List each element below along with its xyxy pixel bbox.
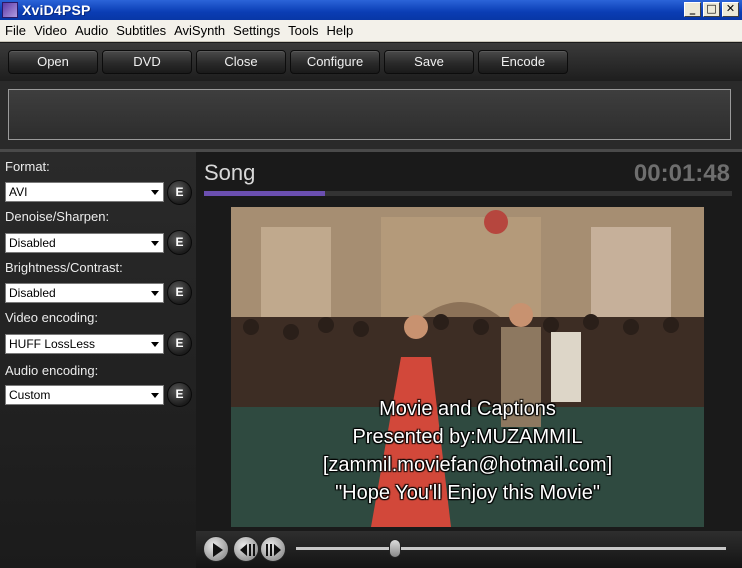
audio-encoding-value: Custom (9, 388, 51, 402)
dvd-button[interactable]: DVD (102, 50, 192, 74)
denoise-label: Denoise/Sharpen: (5, 209, 110, 224)
menu-file[interactable]: File (1, 20, 30, 42)
preview-area: Song 00:01:48 Movie and Captions Present… (196, 152, 742, 531)
configure-button[interactable]: Configure (290, 50, 380, 74)
save-button[interactable]: Save (384, 50, 474, 74)
caption-line: Movie and Captions (379, 398, 556, 420)
menu-tools[interactable]: Tools (284, 20, 322, 42)
frame-forward-button[interactable] (260, 536, 286, 562)
audio-encoding-select[interactable]: Custom (5, 385, 164, 405)
brightness-edit-button[interactable]: E (167, 280, 192, 305)
chevron-down-icon (151, 393, 159, 398)
video-frame[interactable]: Movie and Captions Presented by:MUZAMMIL… (231, 207, 704, 527)
toolbar: Open DVD Close Configure Save Encode (0, 43, 742, 81)
video-encoding-edit-button[interactable]: E (167, 331, 192, 356)
menu-bar: File Video Audio Subtitles AviSynth Sett… (0, 20, 742, 42)
menu-settings[interactable]: Settings (229, 20, 284, 42)
brightness-select[interactable]: Disabled (5, 283, 164, 303)
menu-avisynth[interactable]: AviSynth (170, 20, 229, 42)
video-encoding-value: HUFF LossLess (9, 337, 96, 351)
frame-forward-icon (266, 544, 281, 556)
format-label: Format: (5, 159, 50, 174)
chevron-down-icon (151, 241, 159, 246)
play-button[interactable] (203, 536, 229, 562)
denoise-value: Disabled (9, 236, 56, 250)
menu-help[interactable]: Help (323, 20, 358, 42)
brightness-label: Brightness/Contrast: (5, 260, 123, 275)
chevron-down-icon (151, 291, 159, 296)
menu-audio[interactable]: Audio (71, 20, 112, 42)
encode-button[interactable]: Encode (478, 50, 568, 74)
seek-track[interactable] (296, 547, 726, 550)
menu-subtitles[interactable]: Subtitles (112, 20, 170, 42)
chevron-down-icon (151, 190, 159, 195)
close-window-button[interactable]: ✕ (722, 2, 739, 17)
settings-panel: Format: AVI E Denoise/Sharpen: Disabled … (0, 152, 196, 568)
seek-handle[interactable] (388, 539, 401, 558)
frame-back-button[interactable] (233, 536, 259, 562)
video-encoding-select[interactable]: HUFF LossLess (5, 334, 164, 354)
progress-bar (204, 191, 732, 196)
minimize-button[interactable]: _ (684, 2, 701, 17)
denoise-select[interactable]: Disabled (5, 233, 164, 253)
subtitle-captions: Movie and Captions Presented by:MUZAMMIL… (231, 395, 704, 507)
info-text-box (8, 89, 731, 140)
menu-video[interactable]: Video (30, 20, 71, 42)
maximize-button[interactable]: □ (703, 2, 720, 17)
info-panel (0, 81, 742, 149)
transport-bar (196, 531, 742, 568)
title-bar: XviD4PSP _ □ ✕ (0, 0, 742, 20)
open-button[interactable]: Open (8, 50, 98, 74)
audio-encoding-edit-button[interactable]: E (167, 382, 192, 407)
format-edit-button[interactable]: E (167, 180, 192, 205)
window-title: XviD4PSP (22, 2, 91, 18)
chevron-down-icon (151, 342, 159, 347)
caption-line: Presented by:MUZAMMIL (352, 426, 583, 448)
format-value: AVI (9, 185, 28, 199)
song-title: Song (204, 160, 256, 185)
audio-encoding-label: Audio encoding: (5, 363, 99, 378)
app-icon (2, 2, 18, 18)
brightness-value: Disabled (9, 286, 56, 300)
frame-back-icon (240, 544, 255, 556)
caption-line: "Hope You'll Enjoy this Movie" (335, 482, 600, 504)
caption-line: [zammil.moviefan@hotmail.com] (322, 454, 613, 476)
progress-fill (204, 191, 326, 196)
timecode: 00:01:48 (633, 160, 730, 187)
video-encoding-label: Video encoding: (5, 310, 99, 325)
format-select[interactable]: AVI (5, 182, 164, 202)
denoise-edit-button[interactable]: E (167, 230, 192, 255)
close-button[interactable]: Close (196, 50, 286, 74)
play-icon (213, 543, 223, 557)
